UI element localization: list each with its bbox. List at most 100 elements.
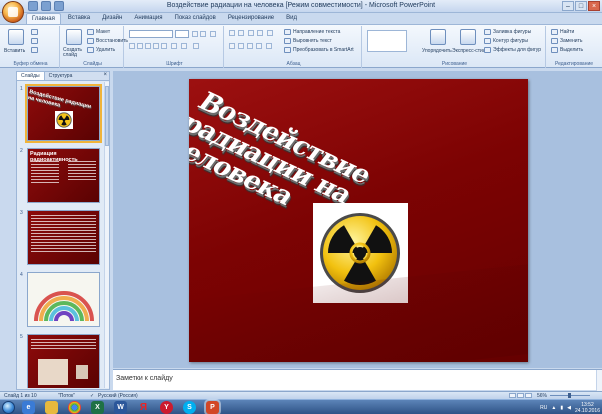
layout-button[interactable]: Макет [87, 29, 110, 35]
shadow-icon[interactable] [161, 43, 167, 49]
minimize-button[interactable]: – [562, 1, 574, 11]
find-button[interactable]: Найти [551, 29, 574, 35]
font-color-icon[interactable] [193, 43, 199, 49]
view-buttons [509, 393, 532, 398]
align-center-icon[interactable] [238, 43, 244, 49]
tab-slides[interactable]: Слайды [17, 72, 45, 80]
grow-font-icon[interactable] [192, 31, 198, 37]
smartart-button[interactable]: Преобразовать в SmartArt [284, 47, 354, 53]
radiation-icon[interactable] [313, 203, 408, 303]
shape-fill-button[interactable]: Заливка фигуры [484, 29, 531, 35]
arrange-button[interactable]: Упорядочить [422, 48, 452, 54]
font-size-field[interactable] [175, 30, 189, 38]
paste-button[interactable]: Вставить [4, 48, 25, 54]
shape-fill-label: Заливка фигуры [493, 29, 532, 35]
editing-group: Найти Заменить Выделить Редактирование [548, 26, 600, 68]
word-icon[interactable]: W [114, 401, 127, 414]
reset-button[interactable]: Восстановить [87, 38, 128, 44]
format-painter-button[interactable] [31, 47, 38, 53]
slide-thumbnail-5[interactable] [27, 334, 100, 388]
slide-thumbnail-4[interactable] [27, 272, 100, 327]
clock[interactable]: 13:52 24.10.2016 [575, 402, 600, 414]
font-name-field[interactable] [129, 30, 173, 38]
paste-icon[interactable] [8, 29, 24, 45]
numbering-icon[interactable] [238, 30, 244, 36]
skype-icon[interactable]: S [183, 401, 196, 414]
folder-icon[interactable] [45, 401, 58, 414]
copy-button[interactable] [31, 38, 38, 44]
bullets-icon[interactable] [229, 30, 235, 36]
shrink-font-icon[interactable] [200, 31, 206, 37]
tab-insert[interactable]: Вставка [63, 13, 95, 24]
current-slide[interactable]: Воздействие радиации на человека [189, 79, 528, 362]
slide-thumbnail-3[interactable] [27, 210, 100, 265]
tab-slideshow[interactable]: Показ слайдов [170, 13, 221, 24]
panel-scrollbar[interactable] [104, 82, 109, 388]
notes-pane[interactable]: Заметки к слайду [113, 369, 602, 391]
bold-icon[interactable] [129, 43, 135, 49]
tab-home[interactable]: Главная [26, 13, 61, 24]
spacing-icon[interactable] [171, 43, 177, 49]
strikethrough-icon[interactable] [153, 43, 159, 49]
notes-scrollbar[interactable] [596, 370, 602, 391]
tray-arrow-icon[interactable]: ▲ [551, 405, 556, 411]
align-text-button[interactable]: Выровнять текст [284, 38, 332, 44]
underline-icon[interactable] [145, 43, 151, 49]
opera-icon[interactable]: Y [160, 401, 173, 414]
select-button[interactable]: Выделить [551, 47, 583, 53]
scissors-icon [31, 29, 38, 35]
arrange-icon[interactable] [430, 29, 446, 45]
ie-icon[interactable]: e [22, 401, 35, 414]
tab-animation[interactable]: Анимация [129, 13, 167, 24]
align-text-label: Выровнять текст [293, 38, 332, 44]
delete-slide-button[interactable]: Удалить [87, 47, 115, 53]
powerpoint-icon[interactable]: P [206, 401, 219, 414]
sorter-view-icon[interactable] [517, 393, 524, 398]
language-indicator[interactable]: RU [540, 405, 547, 411]
office-button[interactable] [2, 1, 24, 23]
close-button[interactable]: × [588, 1, 600, 11]
clear-format-icon[interactable] [210, 31, 216, 37]
tab-view[interactable]: Вид [281, 13, 302, 24]
increase-indent-icon[interactable] [257, 30, 263, 36]
maximize-button[interactable]: □ [575, 1, 587, 11]
slide-thumbnail-2[interactable]: Радиация радиоактивность [27, 148, 100, 203]
align-left-icon[interactable] [229, 43, 235, 49]
yandex-icon[interactable]: Я [137, 401, 150, 414]
panel-close-icon[interactable]: × [101, 72, 109, 80]
align-text-icon [284, 38, 291, 44]
cut-button[interactable] [31, 29, 38, 35]
notes-placeholder[interactable]: Заметки к слайду [116, 375, 173, 382]
justify-icon[interactable] [256, 43, 262, 49]
slideshow-view-icon[interactable] [525, 393, 532, 398]
scrollbar-thumb[interactable] [105, 86, 109, 146]
quick-styles-icon[interactable] [460, 29, 476, 45]
decrease-indent-icon[interactable] [248, 30, 254, 36]
italic-icon[interactable] [137, 43, 143, 49]
volume-icon[interactable]: ◀ [567, 405, 571, 411]
new-slide-icon[interactable] [66, 29, 82, 45]
tab-design[interactable]: Дизайн [97, 13, 127, 24]
tab-outline[interactable]: Структура [45, 72, 77, 80]
align-right-icon[interactable] [247, 43, 253, 49]
shape-outline-button[interactable]: Контур фигуры [484, 38, 528, 44]
excel-icon[interactable]: X [91, 401, 104, 414]
layout-icon [87, 29, 94, 35]
network-icon[interactable]: ▮ [560, 405, 563, 411]
columns-icon[interactable] [266, 43, 272, 49]
shape-effects-button[interactable]: Эффекты для фигур [484, 47, 541, 53]
chrome-icon[interactable] [68, 401, 81, 414]
text-direction-button[interactable]: Направление текста [284, 29, 340, 35]
replace-button[interactable]: Заменить [551, 38, 582, 44]
slides-panel: Слайды Структура × 1 Воздействие радиаци… [16, 71, 110, 390]
thumb-text-lines [31, 215, 96, 254]
slide-thumbnail-1[interactable]: Воздействие радиации на человека [25, 84, 102, 143]
line-spacing-icon[interactable] [267, 30, 273, 36]
normal-view-icon[interactable] [509, 393, 516, 398]
case-icon[interactable] [181, 43, 187, 49]
zoom-slider[interactable] [550, 393, 590, 398]
start-button[interactable] [2, 401, 15, 414]
new-slide-button[interactable]: Создать слайд [63, 48, 87, 58]
tab-review[interactable]: Рецензирование [223, 13, 279, 24]
shapes-gallery[interactable] [367, 30, 407, 52]
